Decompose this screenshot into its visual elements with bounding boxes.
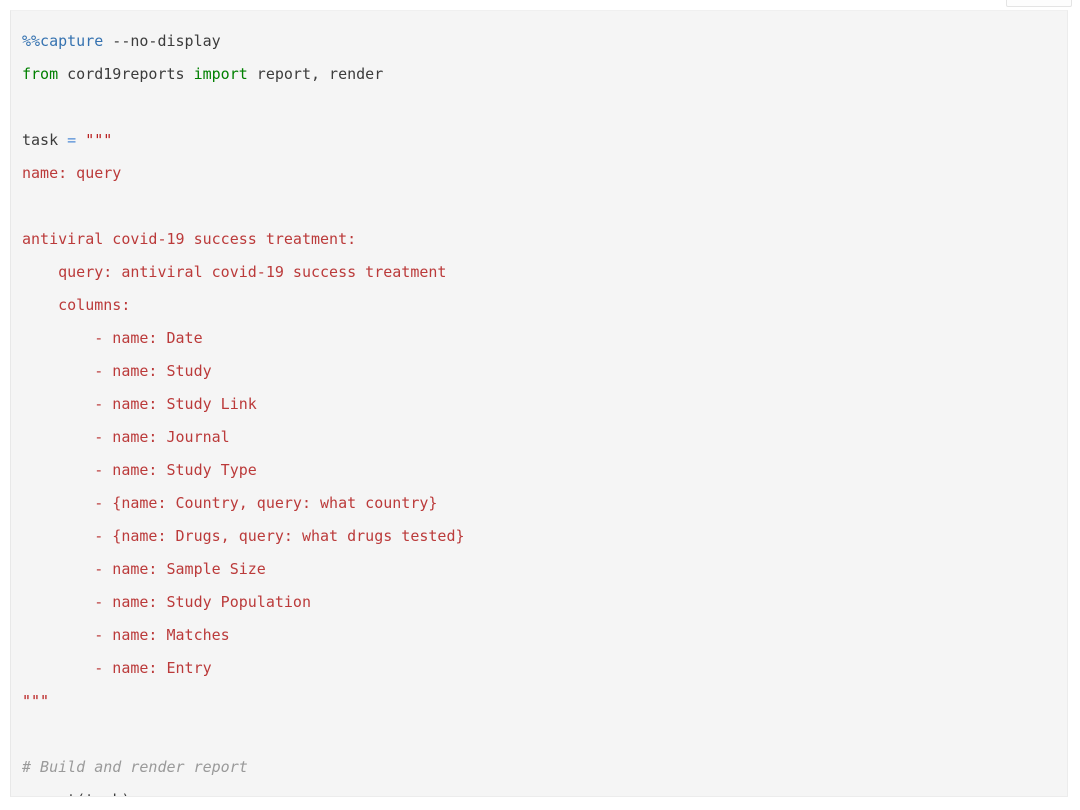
code-line[interactable] (22, 91, 1067, 124)
code-token: from (22, 65, 59, 83)
code-line[interactable]: - {name: Drugs, query: what drugs tested… (22, 520, 1067, 553)
code-token: - name: Study Population (22, 593, 311, 611)
code-token: - name: Sample Size (22, 560, 266, 578)
code-token: - name: Date (22, 329, 203, 347)
code-token: - name: Entry (22, 659, 212, 677)
code-token: # Build and render report (22, 758, 248, 776)
code-line[interactable]: - name: Matches (22, 619, 1067, 652)
code-token: report(task) (22, 791, 130, 796)
code-token: = (67, 131, 77, 149)
code-token: - {name: Country, query: what country} (22, 494, 438, 512)
code-token: report, render (247, 65, 384, 83)
code-token: - {name: Drugs, query: what drugs tested… (22, 527, 465, 545)
code-editor-area[interactable]: %%capture --no-display from cord19reports… (11, 11, 1067, 796)
code-token: %%capture (22, 32, 104, 50)
code-line[interactable]: - name: Entry (22, 652, 1067, 685)
code-token: - name: Study Type (22, 461, 257, 479)
code-token: """ (22, 692, 50, 710)
code-line[interactable]: - name: Journal (22, 421, 1067, 454)
code-token: columns: (22, 296, 131, 314)
code-token: - name: Journal (22, 428, 230, 446)
code-line[interactable]: - name: Study Link (22, 388, 1067, 421)
code-line[interactable]: """ (22, 685, 1067, 718)
code-line[interactable]: task = """ (22, 124, 1067, 157)
notebook-code-cell[interactable]: %%capture --no-display from cord19reports… (10, 10, 1068, 797)
code-line[interactable]: - {name: Country, query: what country} (22, 487, 1067, 520)
code-token: - name: Matches (22, 626, 230, 644)
code-line[interactable]: report(task) (22, 784, 1067, 796)
code-line[interactable]: - name: Sample Size (22, 553, 1067, 586)
code-token: import (193, 65, 248, 83)
code-line[interactable]: - name: Date (22, 322, 1067, 355)
code-line[interactable]: %%capture --no-display (22, 25, 1067, 58)
code-token: name: query (22, 164, 122, 182)
code-line[interactable]: - name: Study Population (22, 586, 1067, 619)
code-line[interactable]: - name: Study Type (22, 454, 1067, 487)
code-line[interactable] (22, 718, 1067, 751)
code-token: """ (76, 131, 113, 149)
code-token: - name: Study Link (22, 395, 257, 413)
code-line[interactable]: query: antiviral covid-19 success treatm… (22, 256, 1067, 289)
code-line[interactable]: from cord19reports import report, render (22, 58, 1067, 91)
code-line[interactable] (22, 190, 1067, 223)
code-line[interactable]: name: query (22, 157, 1067, 190)
code-line[interactable]: antiviral covid-19 success treatment: (22, 223, 1067, 256)
code-token: --no-display (103, 32, 221, 50)
code-line[interactable]: columns: (22, 289, 1067, 322)
code-token: cord19reports (58, 65, 194, 83)
code-line[interactable]: # Build and render report (22, 751, 1067, 784)
code-token: antiviral covid-19 success treatment: (22, 230, 357, 248)
clipped-toolbar-widget[interactable] (1006, 0, 1072, 7)
code-line[interactable]: - name: Study (22, 355, 1067, 388)
code-token: query: antiviral covid-19 success treatm… (22, 263, 447, 281)
code-token: task (22, 131, 68, 149)
code-token: - name: Study (22, 362, 212, 380)
